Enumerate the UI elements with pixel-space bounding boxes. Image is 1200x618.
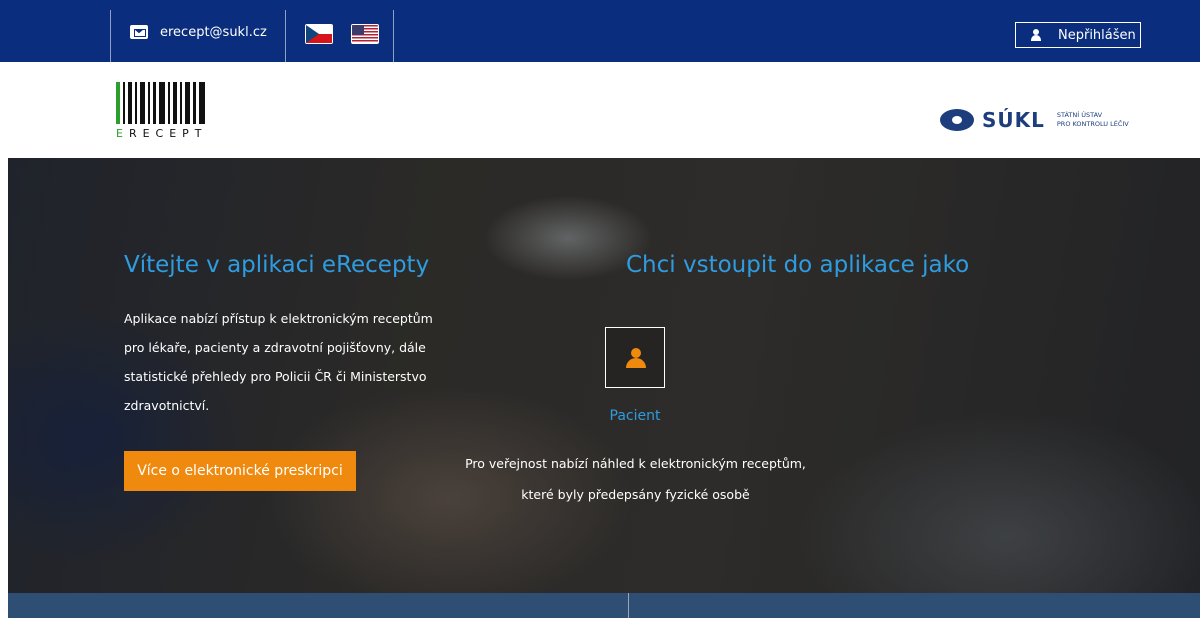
sukl-logo[interactable]: SÚKL STÁTNÍ ÚSTAV PRO KONTROLU LÉČIV bbox=[940, 105, 1129, 135]
welcome-description: Aplikace nabízí přístup k elektronickým … bbox=[124, 311, 433, 413]
barcode-mark bbox=[116, 82, 216, 124]
sukl-subtitle: STÁTNÍ ÚSTAV PRO KONTROLU LÉČIV bbox=[1056, 111, 1129, 128]
patient-role-label[interactable]: Pacient bbox=[598, 408, 672, 424]
header: ERECEPT SÚKL STÁTNÍ ÚSTAV PRO KONTROLU L… bbox=[0, 62, 1200, 158]
login-status-button[interactable]: Nepřihlášen bbox=[1015, 22, 1141, 48]
hero-banner: Vítejte v aplikaci eRecepty Aplikace nab… bbox=[8, 158, 1200, 593]
patient-role-button[interactable] bbox=[605, 327, 665, 388]
login-status-label: Nepřihlášen bbox=[1058, 27, 1136, 43]
top-bar: erecept@sukl.cz Nepřihlášen bbox=[0, 0, 1200, 62]
email-text: erecept@sukl.cz bbox=[160, 24, 267, 40]
bottom-strip bbox=[8, 593, 1200, 618]
topbar-separator bbox=[285, 10, 286, 62]
email-link[interactable]: erecept@sukl.cz bbox=[130, 23, 267, 41]
patient-role-description: Pro veřejnost nabízí náhled k elektronic… bbox=[465, 456, 806, 502]
welcome-title: Vítejte v aplikaci eRecepty bbox=[124, 252, 430, 278]
sukl-emblem-icon bbox=[940, 109, 974, 131]
bottom-divider bbox=[628, 593, 629, 618]
us-flag-icon[interactable] bbox=[351, 24, 379, 44]
topbar-separator bbox=[393, 10, 394, 62]
topbar-separator bbox=[110, 10, 111, 62]
patient-user-icon bbox=[626, 348, 646, 368]
more-info-button[interactable]: Více o elektronické preskripci bbox=[124, 451, 356, 491]
erecept-logo[interactable]: ERECEPT bbox=[116, 82, 216, 140]
user-icon bbox=[1030, 29, 1042, 41]
sukl-name: SÚKL bbox=[982, 108, 1045, 132]
enter-as-title: Chci vstoupit do aplikace jako bbox=[626, 252, 970, 278]
czech-flag-icon[interactable] bbox=[305, 24, 333, 44]
envelope-icon bbox=[130, 25, 148, 39]
erecept-logo-text: ERECEPT bbox=[116, 127, 208, 140]
